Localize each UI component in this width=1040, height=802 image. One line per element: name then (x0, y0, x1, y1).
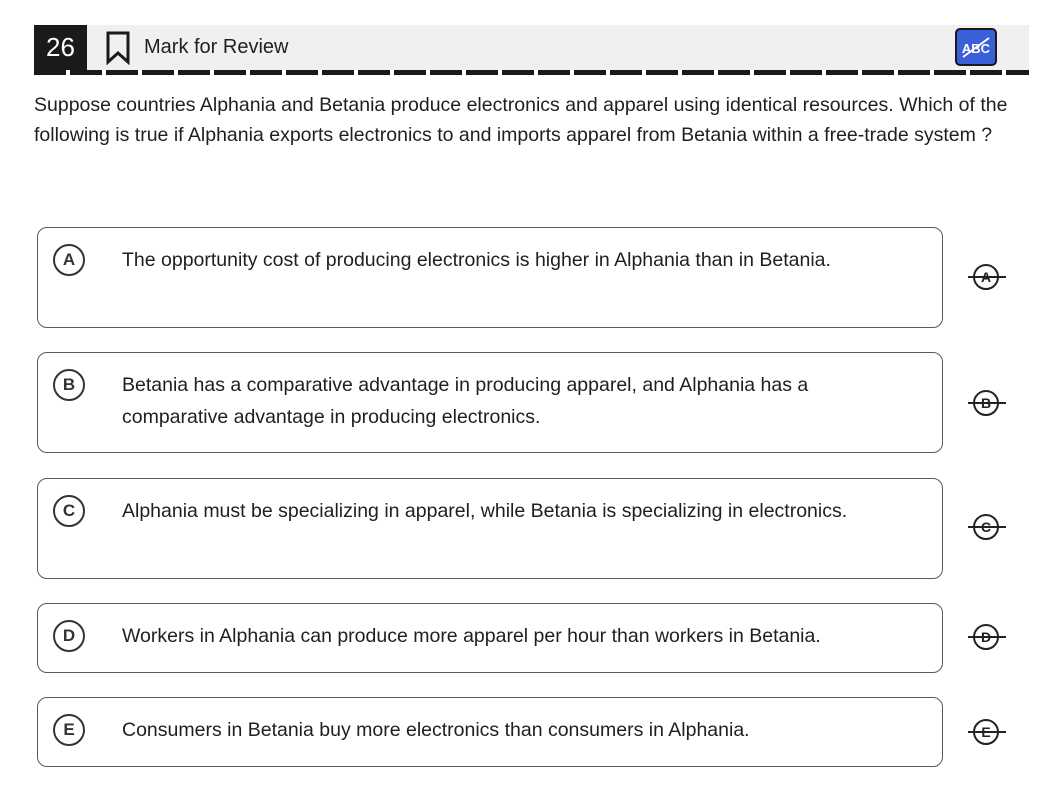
eliminate-option-e-button[interactable]: E (968, 717, 1006, 747)
option-letter-badge: C (53, 495, 85, 527)
question-header-bar: 26 Mark for Review ABC (34, 25, 1029, 70)
answer-option-c[interactable]: C Alphania must be specializing in appar… (37, 478, 943, 579)
question-number: 26 (34, 25, 87, 70)
mark-for-review-label: Mark for Review (144, 36, 289, 58)
option-letter-badge: A (53, 244, 85, 276)
eliminate-option-d-button[interactable]: D (968, 622, 1006, 652)
option-letter-badge: B (53, 369, 85, 401)
header-divider (34, 70, 1029, 75)
abc-eliminator-toggle[interactable]: ABC (955, 28, 997, 66)
eliminate-option-a-button[interactable]: A (968, 262, 1006, 292)
answer-option-e[interactable]: E Consumers in Betania buy more electron… (37, 697, 943, 767)
option-text: Betania has a comparative advantage in p… (122, 374, 809, 428)
answer-option-d[interactable]: D Workers in Alphania can produce more a… (37, 603, 943, 673)
eliminate-option-c-button[interactable]: C (968, 512, 1006, 542)
option-text: Alphania must be specializing in apparel… (122, 500, 848, 522)
option-text: Consumers in Betania buy more electronic… (122, 719, 750, 741)
eliminate-option-b-button[interactable]: B (968, 388, 1006, 418)
option-text: Workers in Alphania can produce more app… (122, 625, 821, 647)
abc-strikethrough-icon: ABC (962, 37, 991, 58)
option-letter-badge: D (53, 620, 85, 652)
mark-for-review-button[interactable]: Mark for Review (104, 25, 302, 70)
option-letter-badge: E (53, 714, 85, 746)
answer-option-a[interactable]: A The opportunity cost of producing elec… (37, 227, 943, 328)
question-stem: Suppose countries Alphania and Betania p… (34, 94, 1008, 146)
option-text: The opportunity cost of producing electr… (122, 249, 831, 271)
bookmark-icon (106, 31, 130, 65)
answer-option-b[interactable]: B Betania has a comparative advantage in… (37, 352, 943, 453)
